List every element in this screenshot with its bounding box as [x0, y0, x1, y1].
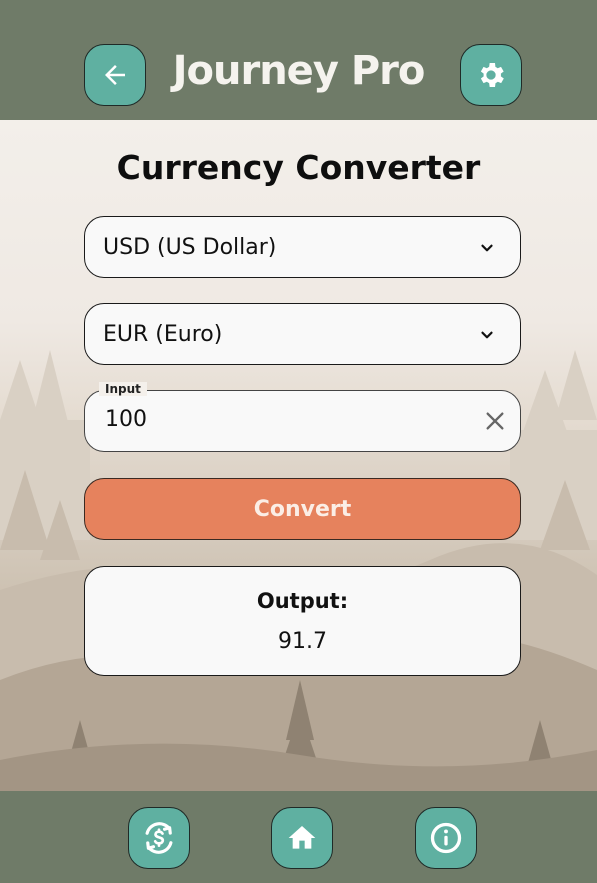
from-currency-value: USD (US Dollar) [103, 234, 277, 260]
back-button[interactable] [84, 44, 146, 106]
nav-home-button[interactable] [271, 807, 333, 869]
gear-icon [480, 63, 504, 87]
output-card: Output: 91.7 [84, 566, 521, 676]
input-label: Input [99, 382, 147, 396]
convert-button[interactable]: Convert [84, 478, 521, 540]
home-icon [288, 826, 316, 849]
app-title: Journey Pro [172, 48, 426, 94]
arrow-left-icon [105, 65, 125, 85]
output-label: Output: [256, 589, 349, 613]
main-content: Currency Converter USD (US Dollar) EUR (… [0, 120, 597, 791]
chevron-down-icon [481, 331, 493, 339]
to-currency-value: EUR (Euro) [103, 321, 223, 347]
info-icon [430, 822, 462, 854]
nav-info-button[interactable] [415, 807, 477, 869]
settings-button[interactable] [460, 44, 522, 106]
bottom-nav-bar [0, 791, 597, 883]
close-icon[interactable] [484, 410, 506, 432]
input-value[interactable]: 100 [105, 407, 147, 432]
currency-exchange-icon [145, 822, 173, 854]
chevron-down-icon [481, 244, 493, 252]
amount-input[interactable]: Input 100 [84, 382, 521, 452]
page-title: Currency Converter [116, 148, 481, 187]
nav-converter-button[interactable] [128, 807, 190, 869]
from-currency-select[interactable]: USD (US Dollar) [84, 216, 521, 278]
top-app-bar: Journey Pro [0, 0, 597, 120]
to-currency-select[interactable]: EUR (Euro) [84, 303, 521, 365]
output-value: 91.7 [278, 629, 327, 654]
